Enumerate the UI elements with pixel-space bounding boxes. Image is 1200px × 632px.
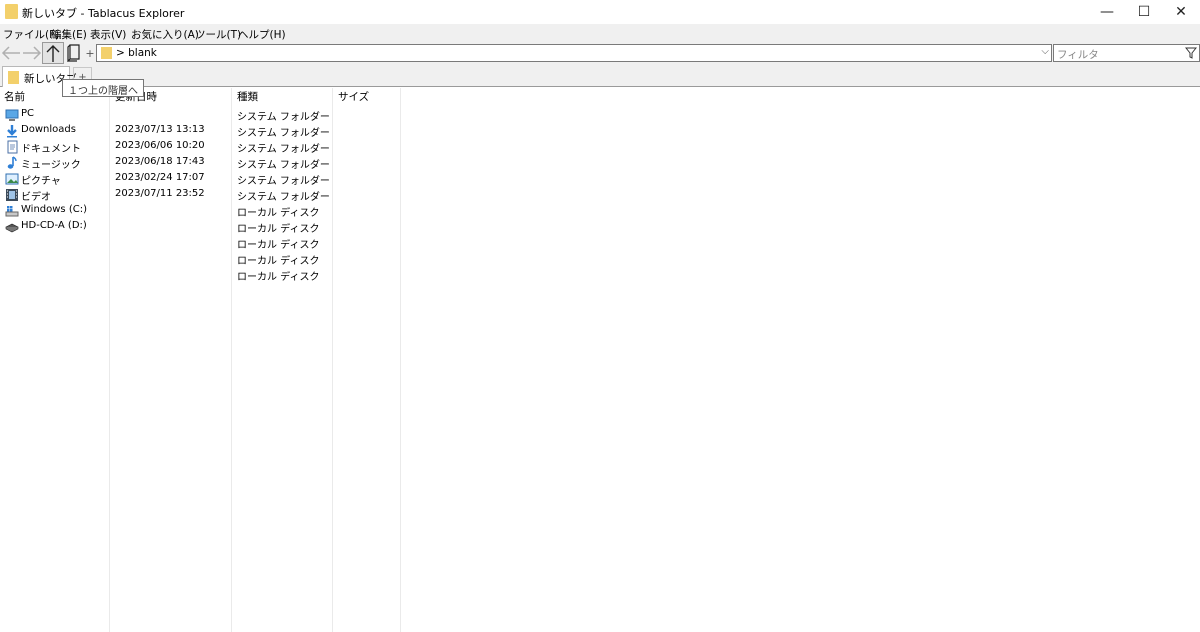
filter-input[interactable]: フィルタ [1053, 44, 1200, 62]
tab-new-tab[interactable]: 新しいタブ [2, 66, 77, 87]
file-date: 2023/07/13 13:13 [115, 124, 205, 135]
folder-icon [8, 71, 19, 84]
file-type: ローカル ディスク [237, 256, 320, 267]
back-button[interactable] [0, 42, 21, 64]
arrow-right-icon [22, 46, 41, 60]
arrow-left-icon [1, 46, 20, 60]
video-icon [6, 189, 18, 201]
list-item[interactable]: Windows (C:) ローカル ディスク [0, 203, 1200, 219]
file-type: システム フォルダー [237, 128, 330, 139]
menu-help[interactable]: ヘルプ(H) [238, 27, 286, 42]
file-name: ピクチャ [21, 176, 61, 187]
file-type: システム フォルダー [237, 112, 330, 123]
file-type: システム フォルダー [237, 144, 330, 155]
address-text: > blank [116, 47, 157, 59]
file-name: HD-CD-A (D:) [21, 220, 87, 231]
file-date: 2023/06/18 17:43 [115, 156, 205, 167]
book-button[interactable] [65, 42, 83, 64]
pc-icon [5, 109, 19, 121]
menu-view[interactable]: 表示(V) [90, 27, 126, 42]
list-item[interactable]: Downloads 2023/07/13 13:13 システム フォルダー [0, 123, 1200, 139]
file-type: システム フォルダー [237, 160, 330, 171]
arrow-up-icon [46, 44, 60, 62]
file-date: 2023/02/24 17:07 [115, 172, 205, 183]
window-title: 新しいタブ - Tablacus Explorer [22, 7, 185, 20]
list-item[interactable]: HD-CD-A (D:) ローカル ディスク [0, 219, 1200, 235]
up-button[interactable] [42, 42, 64, 64]
filter-placeholder: フィルタ [1057, 49, 1099, 61]
file-type: ローカル ディスク [237, 208, 320, 219]
file-name: ドキュメント [21, 144, 81, 155]
list-item[interactable]: ビデオ 2023/07/11 23:52 システム フォルダー [0, 187, 1200, 203]
title-bar: 新しいタブ - Tablacus Explorer — ☐ ✕ [0, 0, 1200, 24]
close-button[interactable]: ✕ [1164, 0, 1198, 24]
add-button[interactable]: + [85, 42, 95, 64]
minimize-button[interactable]: — [1090, 0, 1124, 24]
file-type: ローカル ディスク [237, 240, 320, 251]
chevron-down-icon[interactable]: ⌵ [1041, 46, 1049, 57]
file-name: ミュージック [21, 160, 81, 171]
file-name: Downloads [21, 124, 76, 135]
hard-disk-icon [5, 223, 19, 233]
menu-tools[interactable]: ツール(T) [195, 27, 241, 42]
column-header-name[interactable]: 名前 [4, 89, 25, 104]
list-item[interactable]: ミュージック 2023/06/18 17:43 システム フォルダー [0, 155, 1200, 171]
column-header-type[interactable]: 種類 [237, 89, 258, 104]
file-name: Windows (C:) [21, 204, 87, 215]
document-icon [7, 140, 18, 154]
file-type: ローカル ディスク [237, 224, 320, 235]
column-header-size[interactable]: サイズ [338, 89, 369, 104]
menu-bar: ファイル(F) 編集(E) 表示(V) お気に入り(A) ツール(T) ヘルプ(… [0, 24, 1200, 42]
list-item[interactable]: ドキュメント 2023/06/06 10:20 システム フォルダー [0, 139, 1200, 155]
menu-edit[interactable]: 編集(E) [51, 27, 87, 42]
folder-icon [101, 47, 112, 59]
list-item[interactable]: ピクチャ 2023/02/24 17:07 システム フォルダー [0, 171, 1200, 187]
folder-icon [5, 4, 18, 19]
address-bar[interactable]: > blank ⌵ [96, 44, 1052, 62]
menu-favorites[interactable]: お気に入り(A) [131, 27, 199, 42]
list-item[interactable]: PC システム フォルダー [0, 107, 1200, 123]
forward-button[interactable] [21, 42, 42, 64]
file-date: 2023/07/11 23:52 [115, 188, 205, 199]
file-name: PC [21, 108, 35, 119]
file-type: ローカル ディスク [237, 272, 320, 283]
list-item[interactable]: ローカル ディスク [0, 251, 1200, 267]
tooltip: １つ上の階層へ [62, 79, 144, 97]
tab-bar: 新しいタブ + [0, 64, 1200, 87]
music-icon [7, 156, 17, 169]
maximize-button[interactable]: ☐ [1127, 0, 1161, 24]
list-item[interactable]: ローカル ディスク [0, 267, 1200, 283]
book-icon [67, 44, 80, 62]
file-type: システム フォルダー [237, 192, 330, 203]
file-type: システム フォルダー [237, 176, 330, 187]
file-name: ビデオ [21, 192, 51, 203]
windows-drive-icon [5, 206, 19, 217]
list-item[interactable]: ローカル ディスク [0, 235, 1200, 251]
picture-icon [5, 173, 19, 185]
file-date: 2023/06/06 10:20 [115, 140, 205, 151]
downloads-icon [7, 125, 17, 138]
filter-icon[interactable] [1185, 47, 1197, 59]
